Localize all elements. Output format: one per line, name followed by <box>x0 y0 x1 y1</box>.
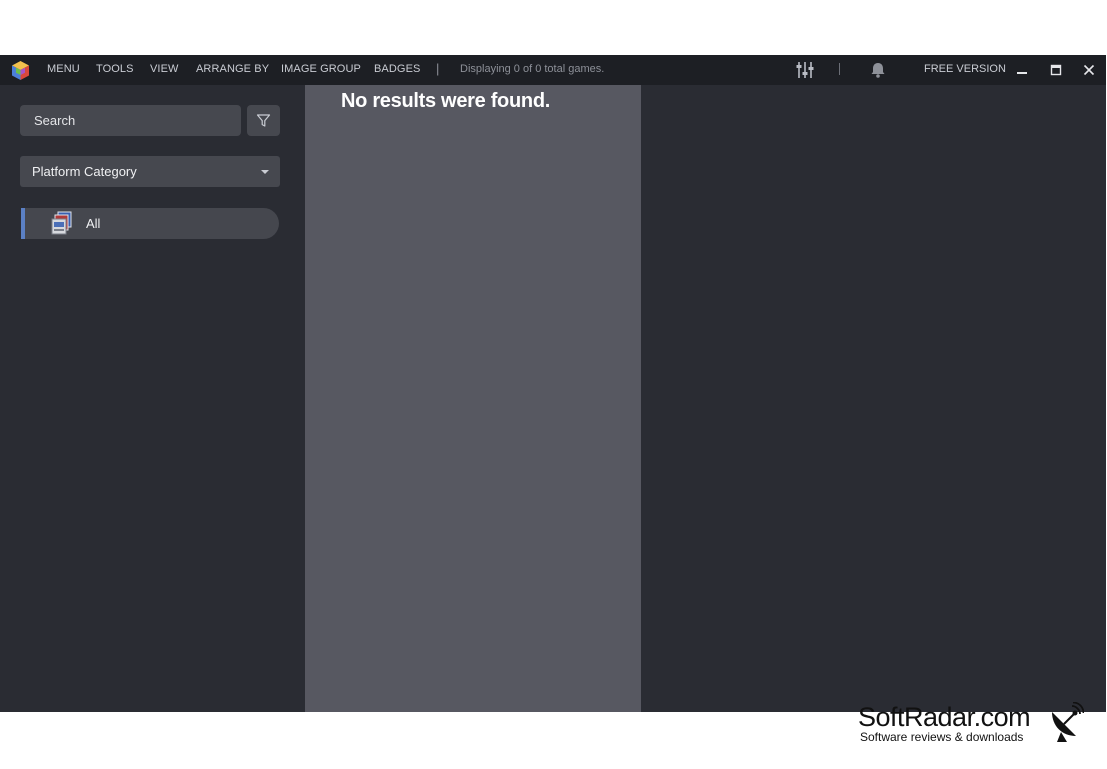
bell-icon[interactable] <box>868 61 888 79</box>
games-count-status: Displaying 0 of 0 total games. <box>460 63 605 75</box>
close-icon[interactable] <box>1080 61 1098 79</box>
details-panel <box>641 85 1106 712</box>
menu-separator: | <box>436 61 440 76</box>
menu-item-menu[interactable]: MENU <box>47 63 80 75</box>
sliders-icon[interactable] <box>795 61 815 79</box>
satellite-dish-icon <box>1052 702 1084 742</box>
dropdown-selected-label: Platform Category <box>32 164 137 179</box>
game-collection-icon <box>51 211 72 235</box>
maximize-icon[interactable] <box>1047 61 1065 79</box>
minimize-icon[interactable] <box>1013 61 1031 79</box>
platform-label: All <box>86 216 101 231</box>
platform-category-dropdown[interactable]: Platform Category <box>20 156 280 187</box>
filter-icon <box>256 114 271 127</box>
menu-item-badges[interactable]: BADGES <box>374 63 420 75</box>
menu-item-tools[interactable]: TOOLS <box>96 63 134 75</box>
selection-indicator <box>21 208 25 239</box>
app-logo-icon <box>12 61 29 80</box>
results-panel: No results were found. <box>305 85 641 712</box>
chevron-down-icon <box>261 170 269 174</box>
toolbar-divider <box>839 63 840 75</box>
softradar-watermark: SoftRadar.com Software reviews & downloa… <box>858 702 1088 752</box>
menu-item-arrange-by[interactable]: ARRANGE BY <box>196 63 269 75</box>
search-input[interactable] <box>20 105 241 136</box>
menu-item-view[interactable]: VIEW <box>150 63 179 75</box>
title-bar: MENU TOOLS VIEW ARRANGE BY IMAGE GROUP B… <box>0 55 1106 85</box>
menu-item-image-group[interactable]: IMAGE GROUP <box>281 63 361 75</box>
platform-item-all[interactable]: All <box>21 208 279 239</box>
watermark-subtitle: Software reviews & downloads <box>860 730 1024 744</box>
no-results-message: No results were found. <box>341 90 550 112</box>
free-version-label[interactable]: FREE VERSION <box>924 63 1006 75</box>
sidebar: Platform Category All <box>0 85 305 712</box>
watermark-title: SoftRadar.com <box>858 702 1031 732</box>
filter-button[interactable] <box>247 105 280 136</box>
launchbox-window: MENU TOOLS VIEW ARRANGE BY IMAGE GROUP B… <box>0 55 1106 712</box>
